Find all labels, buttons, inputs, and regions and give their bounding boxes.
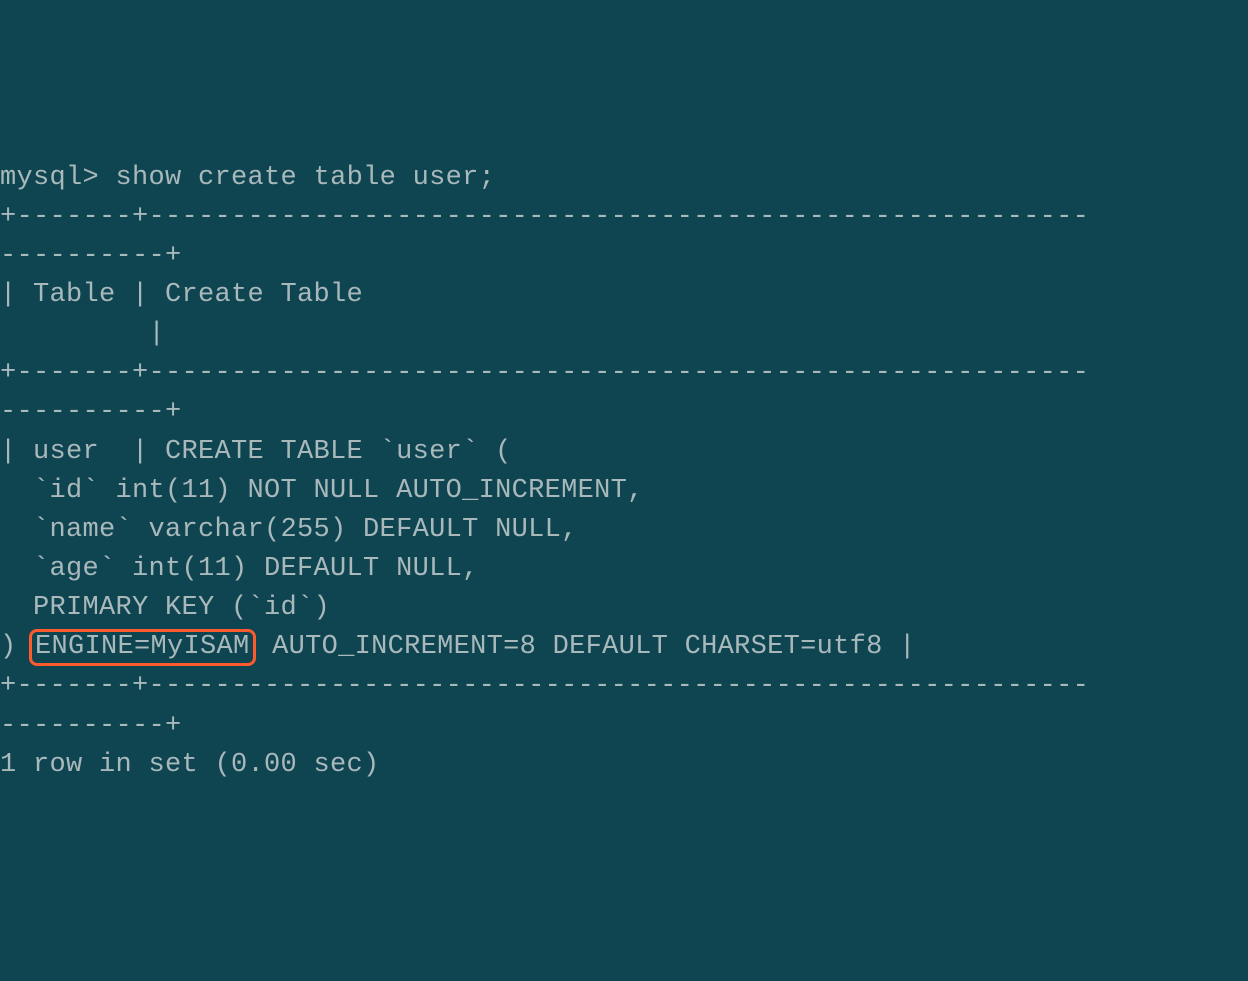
terminal-output: mysql> show create table user; +-------+… [0, 159, 1248, 785]
table-header: | Table | Create Table [0, 280, 363, 310]
separator-line: ----------+ [0, 397, 182, 427]
column-definition-id: `id` int(11) NOT NULL AUTO_INCREMENT, [0, 476, 644, 506]
table-header-continuation: | [0, 319, 165, 349]
table-row-start: | user | CREATE TABLE `user` ( [0, 437, 512, 467]
sql-command: show create table user; [116, 163, 496, 193]
primary-key-definition: PRIMARY KEY (`id`) [0, 593, 330, 623]
column-definition-age: `age` int(11) DEFAULT NULL, [0, 554, 479, 584]
separator-line: +-------+-------------------------------… [0, 202, 1089, 232]
column-definition-name: `name` varchar(255) DEFAULT NULL, [0, 515, 578, 545]
engine-highlight: ENGINE=MyISAM [29, 629, 256, 666]
separator-line: +-------+-------------------------------… [0, 358, 1089, 388]
mysql-prompt: mysql> [0, 163, 116, 193]
result-footer: 1 row in set (0.00 sec) [0, 750, 380, 780]
separator-line: ----------+ [0, 711, 182, 741]
separator-line: +-------+-------------------------------… [0, 671, 1089, 701]
separator-line: ----------+ [0, 241, 182, 271]
engine-line-suffix: AUTO_INCREMENT=8 DEFAULT CHARSET=utf8 | [256, 632, 916, 662]
